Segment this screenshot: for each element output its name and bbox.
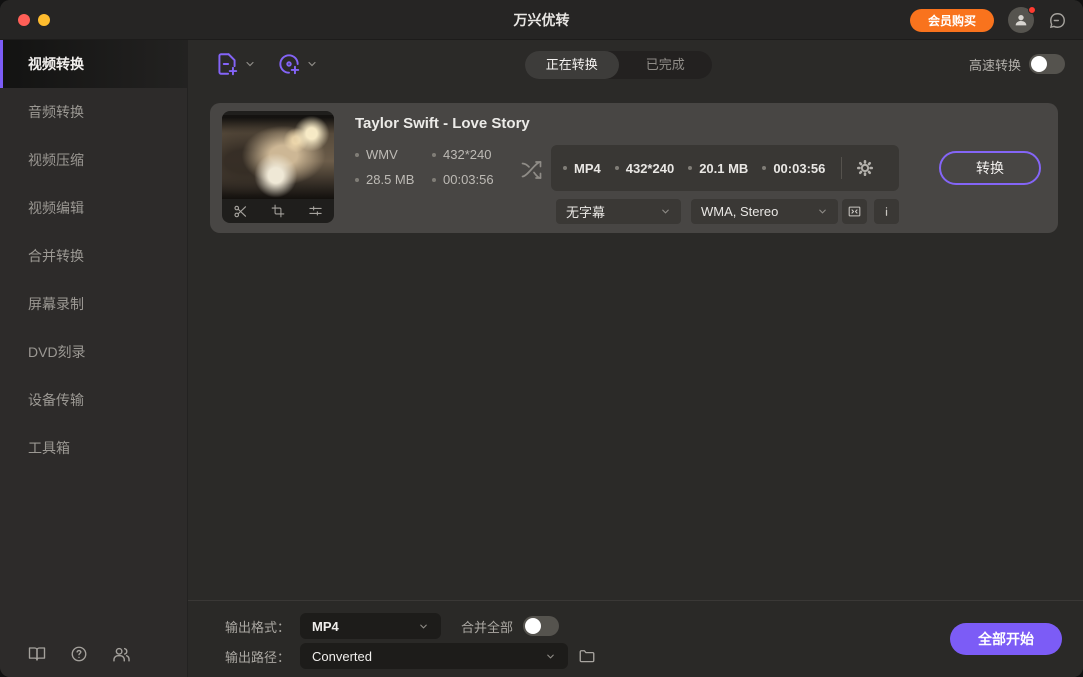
sidebar-bottom-icons [0,631,187,677]
sidebar-item-dvd-burn[interactable]: DVD刻录 [0,328,187,376]
source-resolution: 432*240 [443,147,492,162]
subtitle-dropdown[interactable]: 无字幕 [556,199,681,224]
output-format-dropdown-value: MP4 [312,618,339,634]
titlebar: 万兴优转 会员购买 [0,0,1083,40]
output-format: MP4 [574,160,601,176]
chevron-down-icon [420,624,427,629]
bullet-dot [432,152,436,157]
output-settings-gear-icon[interactable] [856,159,874,177]
status-tabs: 正在转换 已完成 [525,51,712,79]
chevron-down-icon [246,61,254,67]
notification-dot [1028,6,1036,14]
feedback-icon[interactable] [1048,11,1067,30]
bullet-dot [355,152,359,157]
person-icon [1015,15,1027,26]
account-avatar[interactable] [1008,6,1036,33]
toggle-knob [1031,56,1047,72]
tab-converting[interactable]: 正在转换 [525,51,619,79]
source-format: WMV [366,147,398,162]
add-file-button[interactable] [214,51,256,77]
output-path-label: 输出路径： [225,649,291,665]
source-duration: 00:03:56 [443,172,494,187]
bullet-dot [432,177,436,182]
crop-icon[interactable] [271,204,285,218]
titlebar-actions: 会员购买 [909,0,1067,40]
bullet-dot [355,177,359,182]
buy-membership-button[interactable]: 会员购买 [909,8,994,32]
convert-button[interactable]: 转换 [939,151,1041,185]
sidebar-item-screen-record[interactable]: 屏幕录制 [0,280,187,328]
convert-direction-icon [521,161,542,179]
add-dvd-button[interactable] [276,51,318,77]
tab-finished[interactable]: 已完成 [619,51,713,79]
toggle-knob [525,618,542,634]
output-resolution: 432*240 [625,160,675,176]
sidebar-item-merge-convert[interactable]: 合并转换 [0,232,187,280]
help-icon[interactable] [70,645,88,663]
chevron-down-icon [547,654,554,659]
output-path-dropdown-value: Converted [312,648,372,664]
bullet-dot [563,166,567,170]
sidebar: 视频转换 音频转换 视频压缩 视频编辑 合并转换 屏幕录制 DVD刻录 设备传输… [0,40,188,677]
bullet-dot [688,166,693,170]
add-dvd-icon [279,54,300,75]
merge-all-toggle[interactable] [523,616,560,636]
resize-icon[interactable] [842,199,867,224]
sidebar-item-video-edit[interactable]: 视频编辑 [0,184,187,232]
guide-book-icon[interactable] [28,645,46,663]
trim-scissors-icon[interactable] [233,204,248,219]
output-info-box: MP4 432*240 20.1 MB 00:03:56 [551,145,899,191]
source-info: WMV 432*240 28.5 MB 00:03:56 [355,147,515,187]
footer-bar: 输出格式： MP4 合并全部 输出路径： Converted 全部开始 [188,600,1083,677]
audio-track-dropdown[interactable]: WMA, Stereo [691,199,838,224]
source-size: 28.5 MB [366,172,415,187]
bullet-dot [762,166,767,170]
community-users-icon[interactable] [112,645,131,664]
sidebar-item-device-transfer[interactable]: 设备传输 [0,376,187,424]
task-title: Taylor Swift - Love Story [355,115,530,132]
output-path-dropdown[interactable]: Converted [300,643,569,669]
chevron-down-icon [308,61,316,67]
merge-all-label: 合并全部 [461,619,514,635]
app-window: 万兴优转 会员购买 视频转换 音频转换 视频压缩 视频编辑 合并转换 屏幕录制 [0,0,1083,677]
sidebar-item-toolbox[interactable]: 工具箱 [0,424,187,472]
output-size: 20.1 MB [699,160,749,176]
high-speed-group: 高速转换 [969,54,1065,74]
divider [841,157,843,179]
add-file-icon [218,53,238,76]
info-icon[interactable] [874,199,899,224]
task-card: Taylor Swift - Love Story WMV 432*240 28… [210,103,1058,233]
sidebar-item-video-compress[interactable]: 视频压缩 [0,136,187,184]
video-thumbnail [222,111,334,223]
sidebar-item-audio-convert[interactable]: 音频转换 [0,88,187,136]
main-panel: 正在转换 已完成 高速转换 Taylor Swift - Love Story … [188,40,1083,677]
sidebar-item-video-convert[interactable]: 视频转换 [0,40,187,88]
main-toolbar: 正在转换 已完成 高速转换 [188,40,1083,90]
high-speed-label: 高速转换 [968,57,1021,73]
output-duration: 00:03:56 [773,160,826,176]
high-speed-toggle[interactable] [1029,54,1065,74]
bullet-dot [614,166,619,170]
chevron-down-icon [662,209,669,214]
merge-all-group: 合并全部 [461,616,560,636]
effects-sliders-icon[interactable] [308,204,323,219]
output-format-dropdown[interactable]: MP4 [300,613,442,639]
video-thumbnail-image[interactable] [222,115,334,199]
open-folder-icon[interactable] [578,647,596,665]
subtitle-dropdown-value: 无字幕 [566,205,606,220]
start-all-button[interactable]: 全部开始 [950,623,1062,655]
chevron-down-icon [819,209,826,214]
output-format-label: 输出格式： [225,619,291,635]
audio-track-dropdown-value: WMA, Stereo [701,204,779,219]
thumbnail-edit-tools [222,199,334,223]
